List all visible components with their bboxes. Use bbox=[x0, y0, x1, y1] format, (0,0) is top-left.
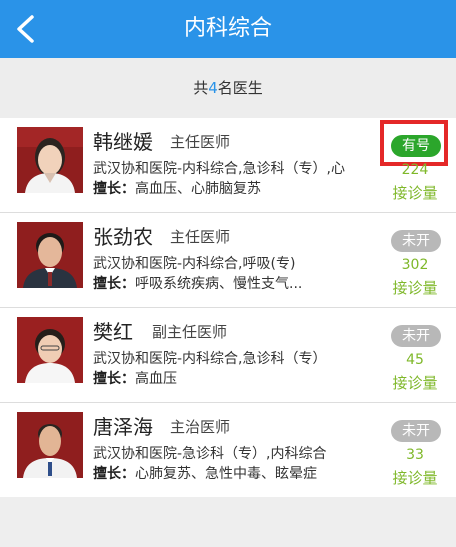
doctor-avatar bbox=[17, 222, 83, 288]
specialty-text: 呼吸系统疾病、慢性支气... bbox=[135, 276, 303, 292]
doctor-row[interactable]: 韩继媛 主任医师 武汉协和医院-内科综合,急诊科（专）,心 擅长：高血压、心肺脑… bbox=[0, 118, 456, 213]
doctor-hospital: 武汉协和医院-内科综合,急诊科（专）,心 bbox=[93, 161, 345, 177]
doctor-row[interactable]: 唐泽海 主治医师 武汉协和医院-急诊科（专）,内科综合 擅长：心肺复苏、急性中毒… bbox=[0, 403, 456, 497]
doctor-hospital: 武汉协和医院-内科综合,呼吸(专) bbox=[93, 256, 296, 272]
doctor-name: 樊红 bbox=[93, 320, 133, 344]
doctor-specialty: 擅长：心肺复苏、急性中毒、眩晕症 bbox=[93, 463, 371, 483]
visit-count: 302 bbox=[401, 257, 429, 273]
specialty-label: 擅长： bbox=[93, 371, 135, 387]
doctor-specialty: 擅长：呼吸系统疾病、慢性支气... bbox=[93, 273, 371, 293]
specialty-label: 擅长： bbox=[93, 181, 135, 197]
doctor-list: 韩继媛 主任医师 武汉协和医院-内科综合,急诊科（专）,心 擅长：高血压、心肺脑… bbox=[0, 118, 456, 497]
doctor-count: 4 bbox=[208, 79, 218, 97]
visit-count: 33 bbox=[406, 447, 424, 463]
specialty-text: 心肺复苏、急性中毒、眩晕症 bbox=[135, 466, 317, 482]
status-badge[interactable]: 未开 bbox=[391, 325, 441, 347]
doctor-name: 张劲农 bbox=[93, 225, 153, 249]
status-badge[interactable]: 未开 bbox=[391, 420, 441, 442]
doctor-avatar bbox=[17, 412, 83, 478]
visit-count: 224 bbox=[401, 162, 429, 178]
doctor-row[interactable]: 樊红 副主任医师 武汉协和医院-内科综合,急诊科（专） 擅长：高血压 未开 45… bbox=[0, 308, 456, 403]
doctor-title: 主任医师 bbox=[170, 228, 231, 246]
doctor-count-bar: 共4名医生 bbox=[0, 58, 456, 118]
specialty-text: 高血压、心肺脑复苏 bbox=[135, 181, 261, 197]
visit-count-label: 接诊量 bbox=[392, 374, 438, 392]
doctor-title: 主任医师 bbox=[170, 133, 231, 151]
doctor-avatar bbox=[17, 317, 83, 383]
specialty-label: 擅长： bbox=[93, 466, 135, 482]
visit-count-label: 接诊量 bbox=[392, 279, 438, 297]
doctor-title: 副主任医师 bbox=[152, 323, 228, 341]
doctor-avatar bbox=[17, 127, 83, 193]
doctor-hospital: 武汉协和医院-内科综合,急诊科（专） bbox=[93, 351, 327, 367]
doctor-name: 唐泽海 bbox=[93, 415, 153, 439]
visit-count: 45 bbox=[406, 352, 424, 368]
count-prefix: 共 bbox=[193, 79, 209, 97]
app-header: 内科综合 bbox=[0, 0, 456, 58]
doctor-title: 主治医师 bbox=[170, 418, 231, 436]
doctor-name: 韩继媛 bbox=[93, 130, 153, 154]
specialty-text: 高血压 bbox=[135, 371, 177, 387]
doctor-specialty: 擅长：高血压 bbox=[93, 368, 371, 388]
doctor-hospital: 武汉协和医院-急诊科（专）,内科综合 bbox=[93, 446, 327, 462]
specialty-label: 擅长： bbox=[93, 276, 135, 292]
page-title: 内科综合 bbox=[183, 16, 272, 41]
highlight-box bbox=[380, 120, 448, 166]
count-suffix: 名医生 bbox=[217, 79, 263, 97]
status-badge[interactable]: 未开 bbox=[391, 230, 441, 252]
visit-count-label: 接诊量 bbox=[392, 469, 438, 487]
doctor-row[interactable]: 张劲农 主任医师 武汉协和医院-内科综合,呼吸(专) 擅长：呼吸系统疾病、慢性支… bbox=[0, 213, 456, 308]
visit-count-label: 接诊量 bbox=[392, 184, 438, 202]
doctor-specialty: 擅长：高血压、心肺脑复苏 bbox=[93, 178, 371, 198]
